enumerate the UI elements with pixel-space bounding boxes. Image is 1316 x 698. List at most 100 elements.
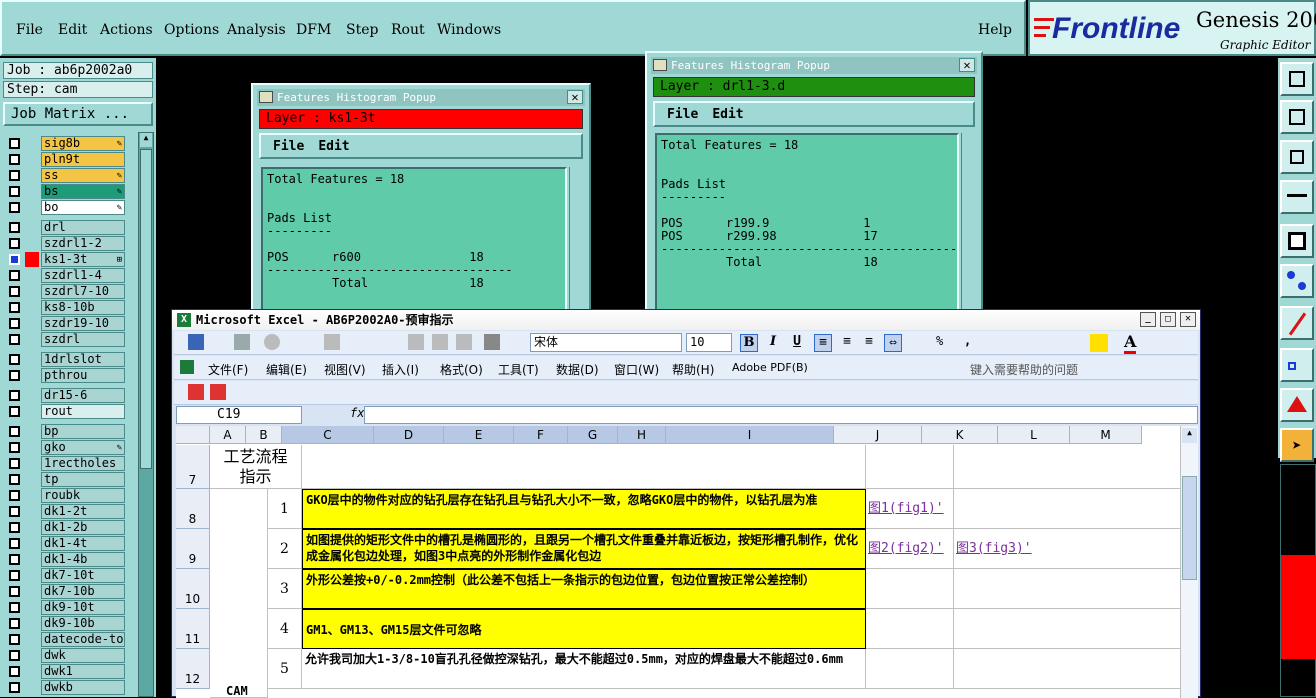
link-cell-j[interactable] — [866, 609, 954, 649]
menu-actions[interactable]: Actions — [100, 22, 153, 38]
layer-name[interactable]: szdrl1-2 — [41, 236, 125, 251]
column-header-D[interactable]: D — [374, 426, 444, 444]
maximize-icon[interactable]: □ — [1160, 312, 1176, 327]
layer-row-bp[interactable]: bp — [3, 424, 125, 439]
layer-name[interactable]: 1rectholes — [41, 456, 125, 471]
layer-row-dk7-10b[interactable]: dk7-10b — [3, 584, 125, 599]
layer-row-roubk[interactable]: roubk — [3, 488, 125, 503]
layer-name[interactable]: pthrou — [41, 368, 125, 383]
layer-checkbox[interactable] — [9, 490, 20, 501]
layer-checkbox[interactable] — [9, 618, 20, 629]
layer-row-datecode-to[interactable]: datecode-to — [3, 632, 125, 647]
scroll-thumb[interactable] — [1182, 476, 1197, 580]
menu-edit[interactable]: 编辑(E) — [266, 361, 307, 378]
layer-name[interactable]: rout — [41, 404, 125, 419]
minimize-icon[interactable]: _ — [1140, 312, 1156, 327]
layer-row-szdr19-10[interactable]: szdr19-10 — [3, 316, 125, 331]
column-header-G[interactable]: G — [568, 426, 618, 444]
process-header-cell[interactable]: 工艺流程 指示 — [210, 445, 302, 489]
chart-icon[interactable] — [456, 334, 472, 350]
menu-insert[interactable]: 插入(I) — [382, 361, 419, 378]
layer-row-pthrou[interactable]: pthrou — [3, 368, 125, 383]
popup1-menu-edit[interactable]: Edit — [318, 139, 349, 154]
line-tool-icon[interactable] — [1280, 306, 1314, 340]
popup2-scrollbar[interactable] — [961, 133, 975, 311]
step-number-cell[interactable]: 1 — [268, 489, 302, 529]
layer-checkbox[interactable] — [9, 170, 20, 181]
layer-name[interactable]: ks8-10b — [41, 300, 125, 315]
menu-step[interactable]: Step — [346, 22, 378, 38]
step-number-cell[interactable]: 5 — [268, 649, 302, 689]
layer-name[interactable]: dwk1 — [41, 664, 125, 679]
percent-icon[interactable]: % — [936, 334, 943, 348]
layer-row-dr15-6[interactable]: dr15-6 — [3, 388, 125, 403]
menu-dfm[interactable]: DFM — [296, 22, 331, 38]
layer-checkbox[interactable] — [9, 442, 20, 453]
cell-c7[interactable] — [302, 445, 866, 489]
row-header-8[interactable]: 8 — [176, 489, 210, 529]
layer-name[interactable]: dk1-2t — [41, 504, 125, 519]
layer-checkbox[interactable] — [9, 650, 20, 661]
layer-checkbox[interactable] — [9, 254, 20, 265]
menu-data[interactable]: 数据(D) — [556, 361, 599, 378]
pdf-mail-icon[interactable] — [210, 384, 226, 400]
link-cell-k[interactable]: 图3(fig3)' — [954, 529, 1182, 569]
pointer-icon[interactable]: ➤ — [1280, 428, 1314, 462]
layer-name[interactable]: ks1-3t ⊞ — [41, 252, 125, 267]
menu-analysis[interactable]: Analysis — [227, 22, 286, 38]
zoom-home-icon[interactable] — [1280, 62, 1314, 96]
menu-edit[interactable]: Edit — [58, 22, 87, 38]
layer-name[interactable]: dr15-6 — [41, 388, 125, 403]
link-cell-j[interactable]: 图1(fig1)' — [866, 489, 954, 529]
align-right-icon[interactable]: ≡ — [860, 334, 878, 352]
column-header-H[interactable]: H — [618, 426, 666, 444]
layer-checkbox[interactable] — [9, 354, 20, 365]
column-header-E[interactable]: E — [444, 426, 514, 444]
step-number-cell[interactable]: 3 — [268, 569, 302, 609]
menu-adobe-pdf[interactable]: Adobe PDF(B) — [732, 361, 808, 374]
align-left-icon[interactable]: ≡ — [814, 334, 832, 352]
layer-name[interactable]: tp — [41, 472, 125, 487]
draw-icon[interactable] — [432, 334, 448, 350]
layer-row-tp[interactable]: tp — [3, 472, 125, 487]
layer-checkbox[interactable] — [9, 570, 20, 581]
layer-name[interactable]: drl — [41, 220, 125, 235]
layer-row-ks8-10b[interactable]: ks8-10b — [3, 300, 125, 315]
menu-view[interactable]: 视图(V) — [324, 361, 366, 378]
menu-window[interactable]: 窗口(W) — [614, 361, 659, 378]
layer-name[interactable]: ss ✎ — [41, 168, 125, 183]
close-icon[interactable]: ✕ — [1180, 312, 1196, 327]
layer-row-szdrl1-2[interactable]: szdrl1-2 — [3, 236, 125, 251]
layer-row-dk9-10t[interactable]: dk9-10t — [3, 600, 125, 615]
column-header-J[interactable]: J — [834, 426, 922, 444]
layer-checkbox[interactable] — [9, 318, 20, 329]
close-icon[interactable]: ✕ — [567, 90, 583, 104]
layer-row-sig8b[interactable]: sig8b ✎ — [3, 136, 125, 151]
layer-name[interactable]: szdr19-10 — [41, 316, 125, 331]
layer-name[interactable]: dk9-10b — [41, 616, 125, 631]
layer-name[interactable]: bp — [41, 424, 125, 439]
layer-list-scrollbar[interactable]: ▲ — [138, 132, 154, 697]
pdf-convert-icon[interactable] — [188, 384, 204, 400]
instruction-cell[interactable]: 允许我司加大1-3/8-10盲孔孔径做控深钻孔，最大不能超过0.5mm，对应的焊… — [302, 649, 866, 689]
cell-a-merged[interactable] — [210, 489, 268, 698]
layer-name[interactable]: dk1-4t — [41, 536, 125, 551]
print-icon[interactable] — [234, 334, 250, 350]
layer-name[interactable]: szdrl1-4 — [41, 268, 125, 283]
layer-row-rout[interactable]: rout — [3, 404, 125, 419]
popup2-menu-edit[interactable]: Edit — [712, 107, 743, 122]
layer-checkbox[interactable] — [9, 154, 20, 165]
triangle-icon[interactable] — [1280, 388, 1314, 422]
layer-checkbox[interactable] — [9, 270, 20, 281]
layer-row-dk1-2t[interactable]: dk1-2t — [3, 504, 125, 519]
layer-row-bs[interactable]: bs ✎ — [3, 184, 125, 199]
menu-help[interactable]: Help — [978, 22, 1012, 38]
link-cell-j[interactable] — [866, 649, 954, 689]
instruction-cell[interactable]: GM1、GM13、GM15层文件可忽略 — [302, 609, 866, 649]
layer-row-szdrl[interactable]: szdrl — [3, 332, 125, 347]
scroll-thumb[interactable] — [140, 149, 152, 469]
layer-name[interactable]: bo ✎ — [41, 200, 125, 215]
help-question-box[interactable]: 键入需要帮助的问题 — [970, 361, 1078, 378]
layer-checkbox[interactable] — [9, 522, 20, 533]
save-icon[interactable] — [188, 334, 204, 350]
